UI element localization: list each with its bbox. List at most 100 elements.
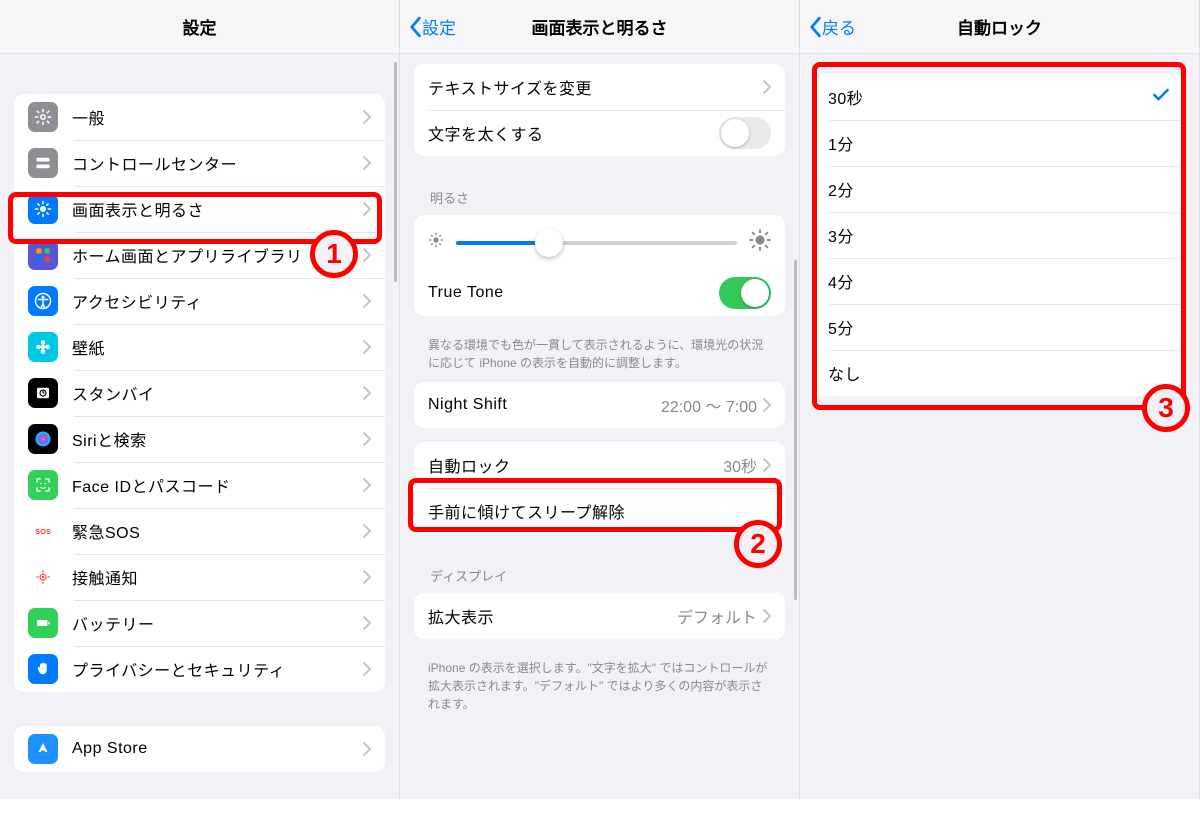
settings-row-gear[interactable]: 一般 [14, 94, 385, 140]
standby-icon [28, 378, 58, 408]
settings-row-accessibility[interactable]: アクセシビリティ [14, 278, 385, 324]
bold-text-toggle[interactable] [719, 117, 771, 149]
night-shift-group: Night Shift 22:00 ～ 7:00 [414, 382, 785, 428]
row-label: 一般 [72, 105, 363, 129]
hand-icon [28, 654, 58, 684]
back-button[interactable]: 戻る [808, 14, 856, 39]
row-label: 自動ロック [428, 453, 723, 477]
settings-row-faceid[interactable]: Face IDとパスコード [14, 462, 385, 508]
zoom-note: iPhone の表示を選択します。"文字を拡大" ではコントロールが拡大表示され… [400, 653, 799, 723]
auto-lock-option[interactable]: 2分 [814, 166, 1185, 212]
brightness-header: 明るさ [400, 170, 799, 215]
true-tone-row[interactable]: True Tone [414, 270, 785, 316]
scrollbar[interactable] [794, 260, 797, 600]
chevron-right-icon [363, 294, 371, 308]
badge-3: 3 [1142, 384, 1190, 432]
text-size-row[interactable]: テキストサイズを変更 [414, 64, 785, 110]
slider-thumb[interactable] [535, 229, 563, 257]
bold-text-row[interactable]: 文字を太くする [414, 110, 785, 156]
row-label: テキストサイズを変更 [428, 75, 763, 99]
brightness-icon [28, 194, 58, 224]
auto-lock-option[interactable]: 30秒 [814, 74, 1185, 120]
settings-row-siri[interactable]: Siriと検索 [14, 416, 385, 462]
row-label: バッテリー [72, 611, 363, 635]
chevron-right-icon [763, 398, 771, 412]
row-value: 30秒 [723, 453, 757, 477]
accessibility-icon [28, 286, 58, 316]
chevron-right-icon [363, 742, 371, 756]
svg-text:SOS: SOS [35, 527, 51, 536]
chevron-right-icon [363, 662, 371, 676]
settings-row-hand[interactable]: プライバシーとセキュリティ [14, 646, 385, 692]
back-button[interactable]: 設定 [408, 14, 456, 39]
check-icon [1151, 85, 1171, 110]
switches-icon [28, 148, 58, 178]
badge-2: 2 [734, 520, 782, 568]
auto-lock-row[interactable]: 自動ロック 30秒 [414, 442, 785, 488]
chevron-right-icon [363, 570, 371, 584]
chevron-right-icon [363, 478, 371, 492]
settings-row-battery[interactable]: バッテリー [14, 600, 385, 646]
grid-icon [28, 240, 58, 270]
battery-icon [28, 608, 58, 638]
auto-lock-option[interactable]: 1分 [814, 120, 1185, 166]
row-label: Night Shift [428, 396, 661, 414]
nav-title: 画面表示と明るさ [532, 14, 668, 39]
chevron-right-icon [763, 609, 771, 623]
nav-title: 設定 [183, 14, 217, 39]
row-label: 画面表示と明るさ [72, 197, 363, 221]
auto-lock-option[interactable]: 4分 [814, 258, 1185, 304]
nav-title: 自動ロック [957, 14, 1042, 39]
option-label: 4分 [828, 269, 1171, 293]
row-label: Face IDとパスコード [72, 473, 363, 497]
true-tone-toggle[interactable] [719, 277, 771, 309]
navbar: 設定 画面表示と明るさ [400, 0, 799, 54]
option-label: 1分 [828, 131, 1171, 155]
chevron-left-icon [408, 16, 422, 38]
navbar: 設定 [0, 0, 399, 54]
settings-row-appstore[interactable]: App Store [14, 726, 385, 772]
chevron-right-icon [363, 340, 371, 354]
settings-row-brightness[interactable]: 画面表示と明るさ [14, 186, 385, 232]
auto-lock-option[interactable]: 3分 [814, 212, 1185, 258]
zoom-row[interactable]: 拡大表示 デフォルト [414, 593, 785, 639]
badge-1: 1 [310, 230, 358, 278]
siri-icon [28, 424, 58, 454]
row-label: App Store [72, 740, 363, 758]
row-label: 接触通知 [72, 565, 363, 589]
settings-row-exposure[interactable]: 接触通知 [14, 554, 385, 600]
brightness-slider-row[interactable] [414, 215, 785, 270]
settings-row-switches[interactable]: コントロールセンター [14, 140, 385, 186]
raise-to-wake-row[interactable]: 手前に傾けてスリープ解除 [414, 488, 785, 534]
chevron-right-icon [363, 202, 371, 216]
settings-row-standby[interactable]: スタンバイ [14, 370, 385, 416]
settings-row-sos[interactable]: SOS 緊急SOS [14, 508, 385, 554]
row-label: Siriと検索 [72, 427, 363, 451]
gear-icon [28, 102, 58, 132]
row-value: 22:00 ～ 7:00 [661, 393, 757, 417]
option-label: 3分 [828, 223, 1171, 247]
true-tone-note: 異なる環境でも色が一貫して表示されるように、環境光の状況に応じて iPhone … [400, 330, 799, 382]
chevron-right-icon [363, 524, 371, 538]
row-label: 手前に傾けてスリープ解除 [428, 499, 771, 523]
sun-large-icon [749, 229, 771, 256]
brightness-slider[interactable] [456, 241, 737, 245]
scrollbar[interactable] [394, 62, 397, 282]
row-label: 緊急SOS [72, 519, 363, 543]
chevron-right-icon [363, 432, 371, 446]
navbar: 戻る 自動ロック [800, 0, 1199, 54]
settings-group: 一般コントロールセンター画面表示と明るさホーム画面とアプリライブラリアクセシビリ… [14, 94, 385, 692]
flower-icon [28, 332, 58, 362]
auto-lock-option[interactable]: 5分 [814, 304, 1185, 350]
row-label: スタンバイ [72, 381, 363, 405]
settings-row-flower[interactable]: 壁紙 [14, 324, 385, 370]
option-label: なし [828, 361, 1171, 385]
auto-lock-option[interactable]: なし [814, 350, 1185, 396]
night-shift-row[interactable]: Night Shift 22:00 ～ 7:00 [414, 382, 785, 428]
chevron-left-icon [808, 16, 822, 38]
row-label: コントロールセンター [72, 151, 363, 175]
option-label: 2分 [828, 177, 1171, 201]
chevron-right-icon [763, 80, 771, 94]
row-label: プライバシーとセキュリティ [72, 657, 363, 681]
back-label: 設定 [422, 14, 456, 39]
